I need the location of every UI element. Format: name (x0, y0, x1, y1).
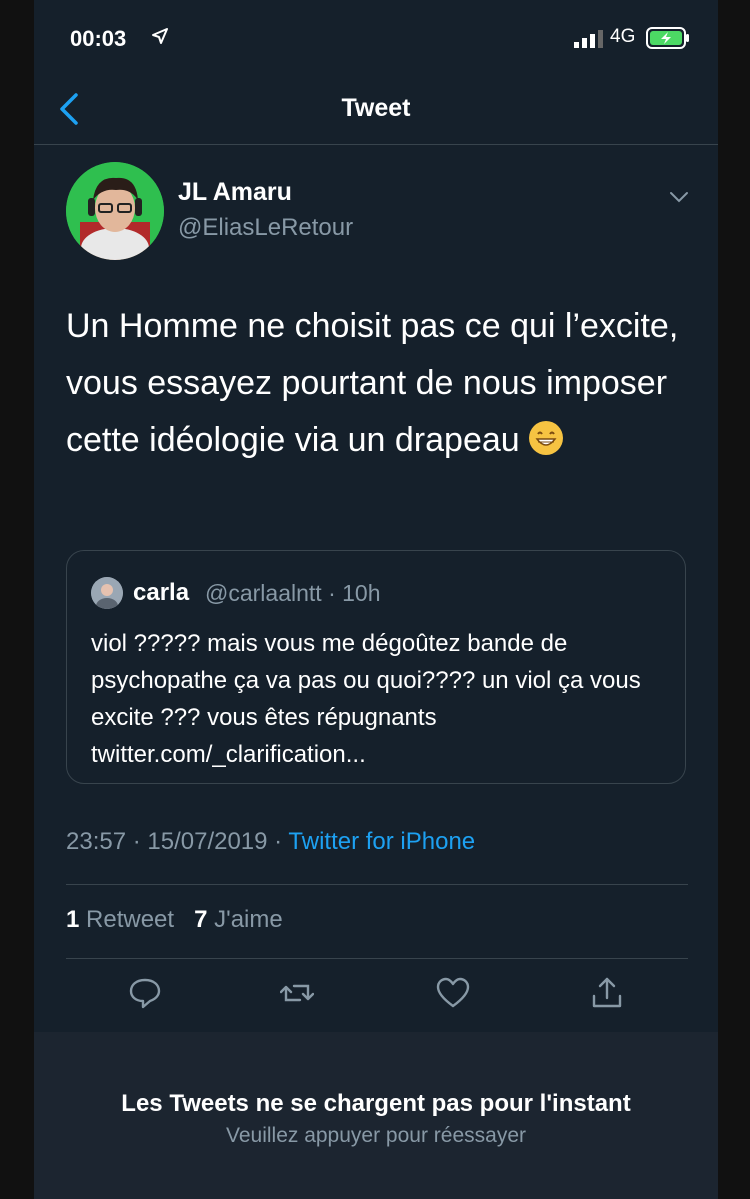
like-icon[interactable] (436, 976, 470, 1010)
like-label[interactable]: J'aime (214, 906, 283, 933)
chevron-down-icon[interactable] (668, 190, 690, 204)
quoted-author-avatar (91, 577, 123, 609)
like-count[interactable]: 7 (194, 906, 207, 933)
tweet-meta: 23:57 · 15/07/2019 · Twitter for iPhone (66, 828, 475, 856)
location-arrow-icon (152, 28, 168, 44)
tweet-body: Un Homme ne choisit pas ce qui l’excite,… (66, 298, 686, 469)
tweet-actions (34, 972, 718, 1022)
signal-strength-icon (574, 30, 603, 48)
screen: 00:03 4G Tweet JL Amaru @EliasLeRetour U… (34, 0, 718, 1199)
author-handle[interactable]: @EliasLeRetour (178, 214, 353, 242)
divider (66, 884, 688, 885)
network-type: 4G (610, 26, 636, 47)
nav-title: Tweet (341, 94, 411, 122)
divider (66, 958, 688, 959)
status-bar: 00:03 4G (34, 0, 718, 80)
reply-icon[interactable] (128, 976, 162, 1010)
author-avatar[interactable] (66, 162, 164, 260)
author-display-name[interactable]: JL Amaru (178, 178, 292, 207)
banner-subtitle: Veuillez appuyer pour réessayer (225, 1124, 526, 1147)
navigation-bar: Tweet (34, 80, 718, 145)
share-icon[interactable] (590, 976, 624, 1010)
quoted-author-name: carla (133, 579, 190, 606)
quoted-tweet-card[interactable]: carla @carlaalntt · 10h viol ????? mais … (66, 550, 686, 784)
tweet-stats: 1 Retweet 7 J'aime (66, 906, 283, 934)
grinning-face-icon (529, 421, 564, 455)
banner-title: Les Tweets ne se chargent pas pour l'ins… (121, 1090, 631, 1117)
retweet-count[interactable]: 1 (66, 906, 79, 933)
tweet-text: Un Homme ne choisit pas ce qui l’excite,… (66, 307, 679, 459)
tweets-load-error-banner[interactable]: Les Tweets ne se chargent pas pour l'ins… (34, 1032, 718, 1199)
avatar-photo-icon (66, 162, 164, 260)
retweet-icon[interactable] (280, 976, 314, 1010)
retweet-label[interactable]: Retweet (86, 906, 174, 933)
tweet-source-link[interactable]: Twitter for iPhone (288, 828, 475, 855)
quoted-tweet-text: viol ????? mais vous me dégoûtez bande d… (91, 630, 641, 768)
battery-charging-icon (646, 27, 689, 49)
tweet-datetime: 23:57 · 15/07/2019 · (66, 828, 289, 855)
status-time: 00:03 (70, 26, 127, 51)
quoted-author-handle: @carlaalntt · 10h (205, 580, 381, 606)
